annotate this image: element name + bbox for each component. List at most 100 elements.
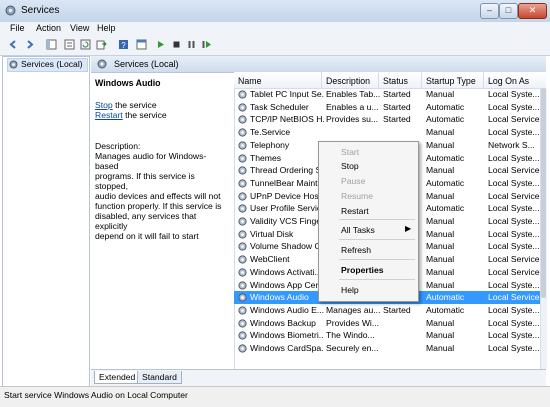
service-status: Started — [383, 89, 411, 99]
gear-icon — [238, 306, 247, 315]
service-startup-type: Automatic — [426, 177, 465, 188]
restart-icon[interactable] — [201, 39, 212, 50]
menu-item-refresh[interactable]: Refresh — [341, 245, 371, 255]
service-startup-type: Manual — [426, 330, 455, 341]
service-startup-type: Manual — [426, 241, 455, 252]
service-log-on-as: Network S... — [488, 139, 535, 150]
maximize-button[interactable]: □ — [499, 3, 518, 19]
service-startup-type: Manual — [426, 343, 455, 353]
title-bar — [0, 0, 550, 23]
service-status: Started — [383, 114, 411, 125]
scrollbar-thumb[interactable] — [541, 88, 546, 298]
column-divider[interactable] — [483, 72, 484, 88]
menu-file[interactable]: File — [10, 23, 25, 33]
service-log-on-as: Local Service — [488, 266, 540, 277]
menu-item-pause[interactable]: Pause — [341, 176, 365, 186]
service-row[interactable]: Windows CardSpa... Securely en... Manual Lo… — [234, 342, 540, 355]
service-name: Windows Audio — [250, 292, 309, 303]
close-button[interactable]: ✕ — [518, 3, 547, 19]
service-description: Enables Tab... — [326, 89, 380, 99]
service-name: WebClient — [250, 254, 290, 265]
service-row[interactable]: Tablet PC Input Se... Enables Tab... Start… — [234, 88, 540, 101]
menu-separator — [339, 279, 415, 280]
play-icon[interactable] — [155, 39, 166, 50]
restart-service-link[interactable]: Restart — [95, 110, 123, 120]
service-row[interactable]: Windows Biometri... The Windo... Manual Loc… — [234, 329, 540, 342]
menu-item-properties[interactable]: Properties — [341, 265, 384, 275]
gear-icon — [238, 115, 247, 124]
service-log-on-as: Local Syste... — [488, 343, 540, 353]
console-icon[interactable] — [136, 39, 147, 50]
stop-service-link[interactable]: Stop — [95, 100, 113, 110]
gear-icon — [238, 153, 247, 163]
pause-icon[interactable] — [186, 39, 197, 50]
service-log-on-as: Local Service — [488, 254, 540, 265]
refresh-icon[interactable] — [80, 39, 91, 50]
show-hide-tree-icon[interactable] — [46, 39, 57, 50]
service-row[interactable]: TCP/IP NetBIOS H... Provides su... Started… — [234, 113, 540, 126]
service-log-on-as: Local Syste... — [488, 241, 540, 252]
service-name: User Profile Service — [250, 203, 324, 214]
gear-icon — [238, 242, 247, 251]
menu-item-restart[interactable]: Restart — [341, 206, 369, 216]
menu-action[interactable]: Action — [36, 23, 61, 33]
column-divider[interactable] — [421, 72, 422, 88]
gear-icon — [238, 344, 247, 353]
service-startup-type: Manual — [426, 228, 455, 239]
tab-standard[interactable]: Standard — [137, 371, 182, 384]
menu-item-start[interactable]: Start — [341, 147, 359, 157]
menu-item-resume[interactable]: Resume — [341, 191, 373, 201]
properties-icon[interactable] — [64, 39, 75, 50]
forward-icon[interactable] — [24, 39, 35, 50]
column-name[interactable]: Name — [238, 76, 261, 86]
service-name: Windows App Cer... — [250, 279, 324, 290]
back-icon[interactable] — [8, 39, 19, 50]
service-startup-type: Manual — [426, 165, 455, 176]
gear-icon — [238, 331, 247, 340]
service-name: Telephony — [250, 139, 290, 150]
menu-separator — [339, 219, 415, 220]
description-text: Manages audio for Windows-based programs… — [95, 151, 222, 241]
column-log-on-as[interactable]: Log On As — [488, 76, 529, 86]
gear-icon — [238, 217, 247, 226]
service-status: Started — [383, 304, 411, 315]
service-description: Enables a u... — [326, 101, 379, 112]
submenu-arrow-icon: ▶ — [405, 224, 412, 233]
column-startup-type[interactable]: Startup Type — [426, 76, 476, 86]
column-status[interactable]: Status — [383, 76, 408, 86]
menu-item-stop[interactable]: Stop — [341, 161, 359, 171]
gear-icon — [238, 90, 247, 99]
column-divider[interactable] — [378, 72, 379, 88]
gear-icon — [238, 191, 247, 201]
service-description: The Windo... — [326, 330, 375, 341]
service-log-on-as: Local Syste... — [488, 203, 540, 214]
tab-extended[interactable]: Extended — [94, 371, 141, 384]
service-row[interactable]: Windows Backup Provides Wi... Manual Local … — [234, 317, 540, 330]
service-row[interactable]: Te.Service Manual Local Syste... — [234, 126, 540, 139]
export-icon[interactable] — [96, 39, 107, 50]
menu-item-help[interactable]: Help — [341, 285, 359, 295]
menu-help[interactable]: Help — [97, 23, 116, 33]
gear-icon — [238, 255, 247, 264]
stop-icon[interactable] — [171, 39, 182, 50]
column-description[interactable]: Description — [326, 76, 370, 86]
status-text: Start service Windows Audio on Local Com… — [4, 390, 188, 400]
service-name: Windows CardSpa... — [250, 343, 324, 353]
service-name: Volume Shadow C... — [250, 241, 324, 252]
help-icon[interactable]: ? — [118, 39, 129, 50]
service-name: Windows Audio E... — [250, 304, 324, 315]
service-startup-type: Manual — [426, 266, 455, 277]
service-row[interactable]: Task Scheduler Enables a u... Started Autom… — [234, 101, 540, 114]
service-title: Windows Audio — [95, 78, 161, 88]
menu-view[interactable]: View — [70, 23, 89, 33]
service-row[interactable]: Windows Audio E... Manages au... Started Au… — [234, 304, 540, 317]
minimize-button[interactable]: – — [480, 3, 499, 19]
service-startup-type: Manual — [426, 254, 455, 265]
service-name: Thread Ordering S... — [250, 165, 324, 176]
menu-item-all-tasks[interactable]: All Tasks — [341, 225, 375, 235]
column-divider[interactable] — [321, 72, 322, 88]
service-log-on-as: Local Service — [488, 114, 540, 125]
service-log-on-as: Local Syste... — [488, 101, 540, 112]
service-startup-type: Automatic — [426, 114, 465, 125]
service-name: UPnP Device Host — [250, 190, 322, 201]
